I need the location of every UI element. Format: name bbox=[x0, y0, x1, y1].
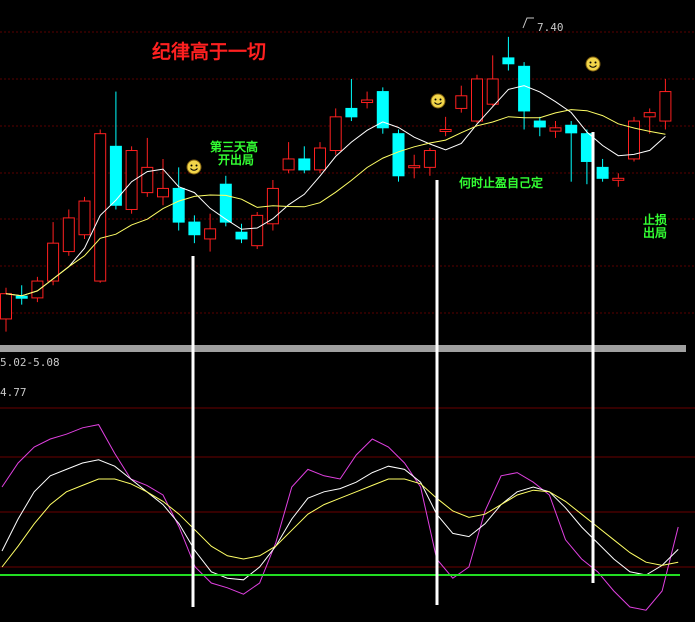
candle bbox=[455, 85, 468, 113]
panel-divider[interactable] bbox=[0, 345, 686, 352]
candle bbox=[565, 121, 578, 182]
candle bbox=[94, 129, 107, 283]
oscillator-series-0 bbox=[1, 424, 679, 611]
candle bbox=[502, 36, 515, 71]
peak-price-label: 7.40 bbox=[537, 21, 564, 34]
candle bbox=[329, 108, 342, 155]
signal-exit-label-1: 第三天高 bbox=[210, 139, 258, 154]
stock-chart: 5.02-5.08 4.77 纪律高于一切 7.40 第三天高 开出局 何时止盈… bbox=[0, 17, 695, 611]
candle bbox=[314, 142, 326, 174]
indicator-value-label: 4.77 bbox=[0, 386, 27, 399]
candle bbox=[125, 146, 138, 214]
candle bbox=[549, 121, 562, 138]
candle bbox=[596, 158, 609, 182]
candle bbox=[533, 116, 546, 137]
candle bbox=[361, 91, 374, 109]
candle bbox=[408, 154, 421, 179]
oscillator-series-1 bbox=[1, 459, 679, 581]
stoploss-label-2: 出局 bbox=[643, 225, 667, 240]
candle bbox=[471, 74, 483, 123]
candle bbox=[62, 209, 75, 256]
candle bbox=[486, 55, 499, 106]
candle bbox=[31, 276, 44, 303]
candle bbox=[518, 62, 531, 130]
candle bbox=[298, 146, 311, 174]
candle bbox=[188, 215, 201, 244]
candle bbox=[439, 116, 452, 137]
smiley-icon bbox=[585, 56, 601, 72]
candle bbox=[172, 167, 185, 231]
candle bbox=[251, 212, 264, 250]
candle bbox=[423, 148, 436, 176]
peak-marker bbox=[522, 17, 534, 29]
candle bbox=[612, 173, 625, 187]
candle bbox=[345, 78, 358, 122]
candle bbox=[376, 87, 389, 134]
candle bbox=[109, 91, 122, 210]
stoploss-label-1: 止损 bbox=[643, 212, 667, 227]
signal-exit-label-2: 开出局 bbox=[218, 152, 254, 167]
candle bbox=[580, 129, 593, 185]
date-range-label: 5.02-5.08 bbox=[0, 356, 60, 369]
signal-takeprofit-label: 何时止盈自己定 bbox=[459, 175, 543, 190]
chart-title: 纪律高于一切 bbox=[152, 40, 266, 63]
candlestick-series bbox=[0, 36, 672, 332]
candle bbox=[157, 158, 169, 206]
oscillator-lines bbox=[0, 424, 680, 611]
candle bbox=[282, 142, 295, 174]
smiley-icon bbox=[430, 93, 446, 109]
candle bbox=[141, 137, 154, 197]
candle bbox=[643, 108, 656, 134]
candle bbox=[392, 129, 405, 182]
candle bbox=[78, 196, 91, 239]
candle bbox=[659, 78, 672, 130]
smiley-icon bbox=[186, 159, 202, 175]
